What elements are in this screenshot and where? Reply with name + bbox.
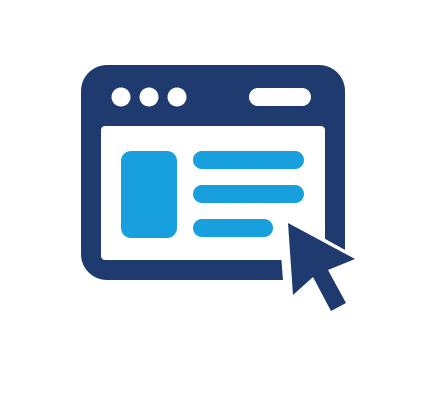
text-line-1 (193, 151, 304, 169)
window-dot-1 (111, 87, 131, 107)
window-dot-2 (139, 87, 159, 107)
image-placeholder (121, 151, 177, 238)
web-page-click-icon (81, 65, 367, 327)
text-line-3 (193, 219, 273, 237)
icon-canvas (0, 0, 426, 411)
text-line-2 (193, 185, 304, 203)
window-dot-3 (167, 87, 187, 107)
window-controls (111, 87, 187, 107)
address-bar (249, 88, 311, 106)
